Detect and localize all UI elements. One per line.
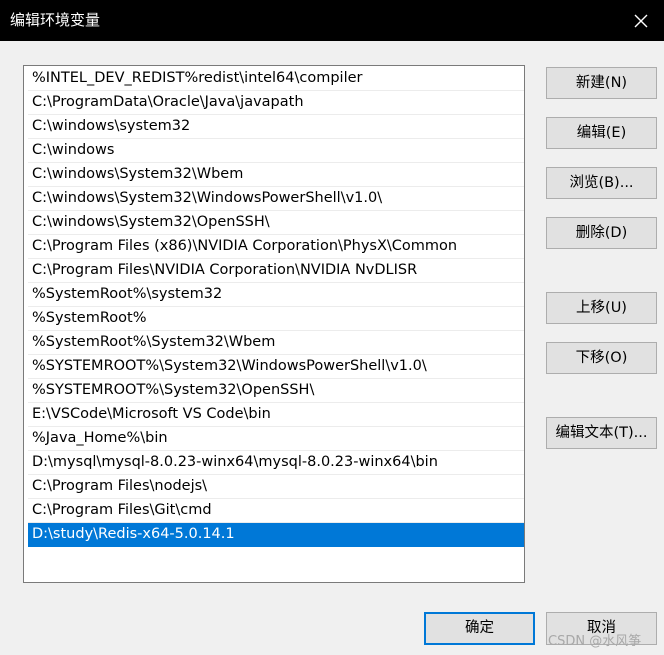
path-list-item[interactable]: %SystemRoot% xyxy=(28,307,524,331)
browse-button[interactable]: 浏览(B)... xyxy=(546,167,657,199)
path-list-item[interactable]: C:\Program Files (x86)\NVIDIA Corporatio… xyxy=(28,235,524,259)
title-bar: 编辑环境变量 xyxy=(0,0,664,41)
move-up-button[interactable]: 上移(U) xyxy=(546,292,657,324)
path-list-item[interactable]: C:\Program Files\NVIDIA Corporation\NVID… xyxy=(28,259,524,283)
path-list-item[interactable]: %Java_Home%\bin xyxy=(28,427,524,451)
watermark: CSDN @水风筝 xyxy=(548,634,642,649)
path-list-item[interactable]: C:\windows xyxy=(28,139,524,163)
path-list-item[interactable]: C:\windows\system32 xyxy=(28,115,524,139)
delete-button[interactable]: 删除(D) xyxy=(546,217,657,249)
path-list-item[interactable]: E:\VSCode\Microsoft VS Code\bin xyxy=(28,403,524,427)
move-down-button[interactable]: 下移(O) xyxy=(546,342,657,374)
path-list[interactable]: %INTEL_DEV_REDIST%redist\intel64\compile… xyxy=(23,65,525,583)
path-list-item[interactable]: %SYSTEMROOT%\System32\WindowsPowerShell\… xyxy=(28,355,524,379)
close-button[interactable] xyxy=(618,0,664,41)
window-title: 编辑环境变量 xyxy=(10,11,101,29)
path-list-item[interactable]: C:\windows\System32\Wbem xyxy=(28,163,524,187)
path-list-item[interactable]: C:\Program Files\nodejs\ xyxy=(28,475,524,499)
ok-button[interactable]: 确定 xyxy=(424,612,535,645)
path-list-item[interactable]: %SystemRoot%\system32 xyxy=(28,283,524,307)
path-list-item[interactable]: C:\windows\System32\WindowsPowerShell\v1… xyxy=(28,187,524,211)
new-button[interactable]: 新建(N) xyxy=(546,67,657,99)
path-list-item[interactable]: %INTEL_DEV_REDIST%redist\intel64\compile… xyxy=(28,67,524,91)
path-list-item[interactable]: %SystemRoot%\System32\Wbem xyxy=(28,331,524,355)
close-icon xyxy=(634,14,648,27)
path-list-item[interactable]: D:\mysql\mysql-8.0.23-winx64\mysql-8.0.2… xyxy=(28,451,524,475)
edit-text-button[interactable]: 编辑文本(T)... xyxy=(546,417,657,449)
edit-button[interactable]: 编辑(E) xyxy=(546,117,657,149)
path-list-item-selected[interactable]: D:\study\Redis-x64-5.0.14.1 xyxy=(28,523,524,547)
path-list-item[interactable]: C:\windows\System32\OpenSSH\ xyxy=(28,211,524,235)
path-list-item[interactable]: %SYSTEMROOT%\System32\OpenSSH\ xyxy=(28,379,524,403)
path-list-item[interactable]: C:\ProgramData\Oracle\Java\javapath xyxy=(28,91,524,115)
path-list-item[interactable]: C:\Program Files\Git\cmd xyxy=(28,499,524,523)
